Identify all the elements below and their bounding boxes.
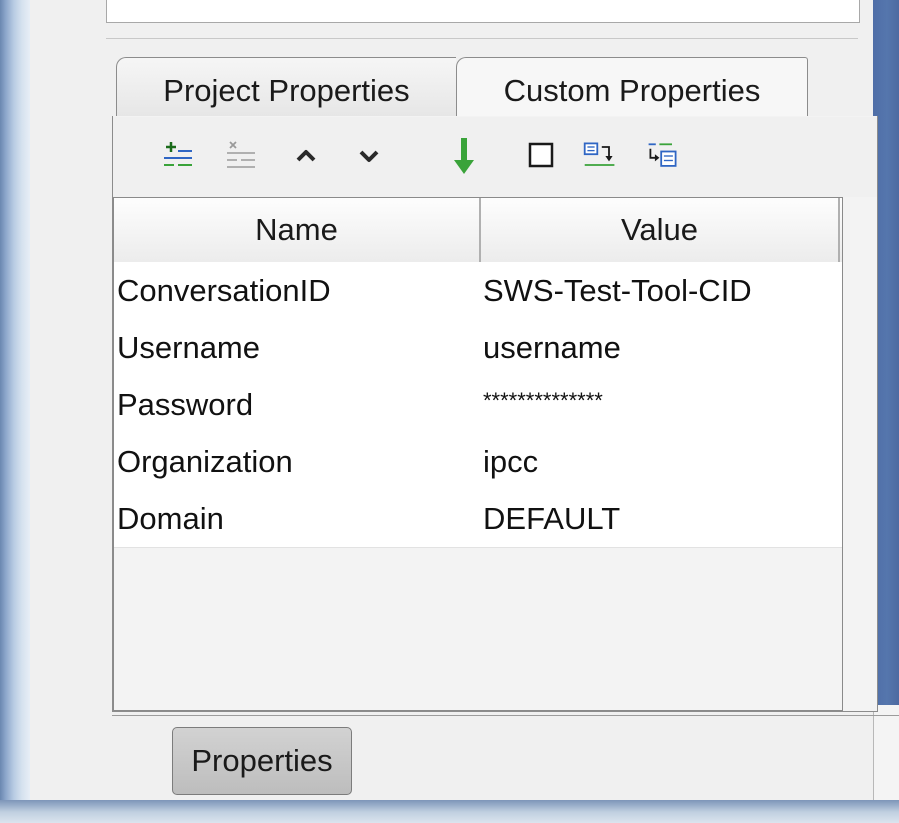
table-row[interactable]: Password ************** — [114, 376, 842, 434]
properties-view-button[interactable]: Properties — [172, 727, 352, 795]
add-property-icon — [164, 142, 192, 166]
add-property-button[interactable] — [160, 138, 196, 174]
property-name[interactable]: Password — [117, 376, 477, 433]
tab-custom-properties[interactable]: Custom Properties — [456, 57, 808, 117]
column-header-value[interactable]: Value — [481, 198, 840, 262]
table-row[interactable]: ConversationID SWS-Test-Tool-CID — [114, 262, 842, 320]
table-side-gutter — [843, 197, 877, 711]
table-row[interactable]: Domain DEFAULT — [114, 490, 842, 548]
remove-property-button[interactable] — [223, 138, 259, 174]
checkbox-icon — [528, 142, 554, 168]
column-header-name[interactable]: Name — [114, 198, 481, 262]
properties-panel: Project Properties Custom Properties Nam… — [30, 0, 899, 800]
pane-divider — [106, 38, 858, 39]
table-header: Name Value — [114, 198, 842, 263]
download-button[interactable] — [446, 138, 482, 174]
move-up-button[interactable] — [288, 138, 324, 174]
property-value[interactable]: ************** — [483, 376, 839, 433]
tab-project-properties[interactable]: Project Properties — [116, 57, 456, 117]
window-frame-left — [0, 0, 30, 823]
property-name[interactable]: Domain — [117, 490, 477, 547]
property-value[interactable]: username — [483, 319, 839, 376]
table-row[interactable]: Organization ipcc — [114, 433, 842, 491]
property-value[interactable]: ipcc — [483, 433, 839, 490]
window-frame-bottom — [0, 800, 899, 823]
upper-pane-box — [106, 0, 860, 23]
property-name[interactable]: ConversationID — [117, 262, 477, 319]
import-properties-button[interactable] — [582, 138, 618, 174]
download-arrow-icon — [454, 138, 474, 174]
custom-properties-table: Name Value ConversationID SWS-Test-Tool-… — [113, 197, 843, 711]
tab-custom-properties-label: Custom Properties — [503, 72, 761, 108]
property-value[interactable]: SWS-Test-Tool-CID — [483, 262, 839, 319]
tab-project-properties-label: Project Properties — [163, 72, 410, 108]
move-down-icon — [359, 150, 379, 162]
export-properties-icon — [648, 143, 677, 167]
import-properties-icon — [583, 142, 615, 166]
export-properties-button[interactable] — [645, 138, 681, 174]
property-name[interactable]: Organization — [117, 433, 477, 490]
adjacent-pane — [873, 705, 899, 803]
move-up-icon — [296, 150, 316, 162]
property-value[interactable]: DEFAULT — [483, 490, 839, 547]
move-down-button[interactable] — [351, 138, 387, 174]
checkbox-button[interactable] — [524, 138, 560, 174]
table-row[interactable]: Username username — [114, 319, 842, 377]
property-name[interactable]: Username — [117, 319, 477, 376]
bottom-separator — [112, 715, 899, 716]
properties-toolbar — [113, 117, 877, 197]
remove-property-icon — [227, 141, 255, 168]
